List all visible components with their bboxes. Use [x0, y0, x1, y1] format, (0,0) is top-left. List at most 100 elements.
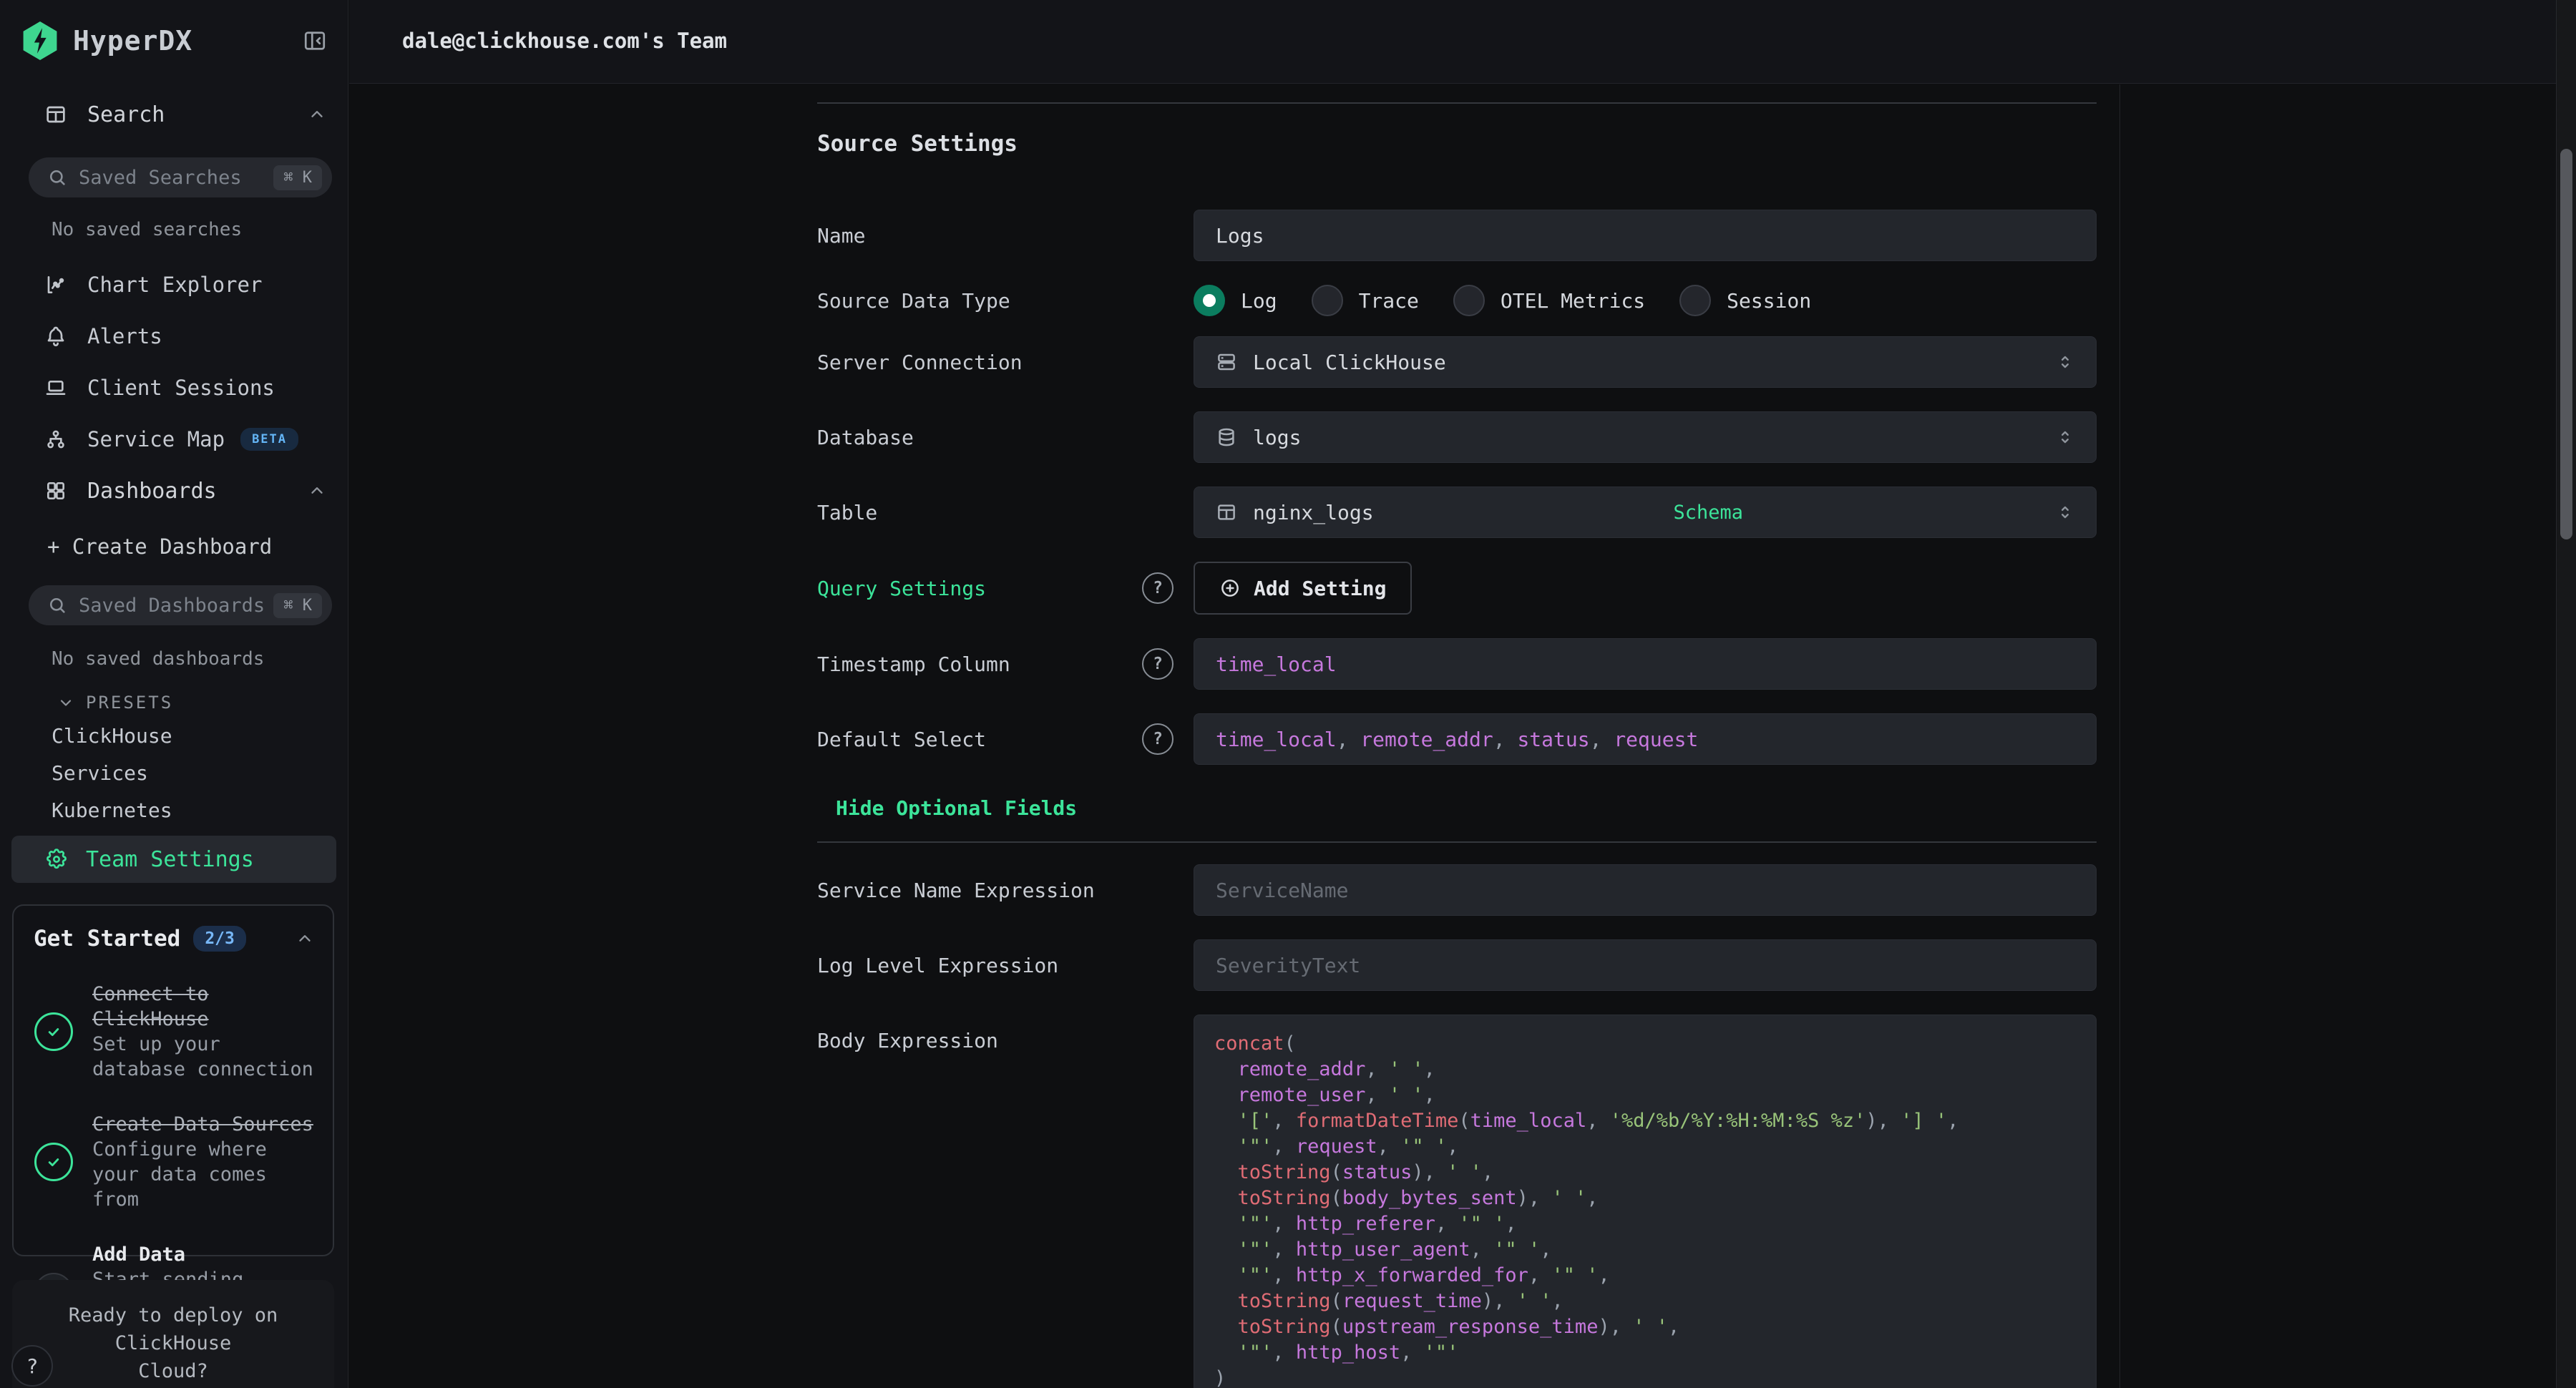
radio-trace-label[interactable]: Trace	[1359, 289, 1419, 313]
grid-icon	[44, 479, 67, 502]
help-icon[interactable]: ?	[1142, 648, 1174, 680]
no-saved-searches-note: No saved searches	[52, 219, 348, 240]
scrollbar-thumb[interactable]	[2560, 149, 2572, 539]
database-select[interactable]: logs	[1194, 411, 2097, 463]
sidebar-item-label: Service Map	[87, 427, 225, 451]
server-connection-select[interactable]: Local ClickHouse	[1194, 336, 2097, 388]
radio-log[interactable]	[1194, 285, 1225, 316]
sidebar-item-label: Client Sessions	[87, 376, 275, 400]
create-dashboard-button[interactable]: + Create Dashboard	[0, 521, 348, 572]
name-value: Logs	[1216, 224, 1264, 248]
service-name-label: Service Name Expression	[817, 874, 1194, 906]
radio-otel-metrics[interactable]	[1453, 285, 1485, 316]
sidebar-collapse-icon[interactable]	[302, 28, 328, 54]
beta-badge: BETA	[240, 428, 298, 451]
body-expression-row: Body Expression concat( remote_addr, ' '…	[817, 1015, 2097, 1388]
optional-fields-divider	[817, 841, 2097, 843]
step-desc: Set up your database connection	[92, 1032, 314, 1082]
help-icon[interactable]: ?	[1142, 723, 1174, 755]
radio-trace[interactable]	[1312, 285, 1343, 316]
chevron-up-icon[interactable]	[308, 105, 326, 124]
team-title: dale@clickhouse.com's Team	[349, 0, 2576, 53]
top-bar: dale@clickhouse.com's Team	[349, 0, 2576, 84]
preset-item-services[interactable]: Services	[0, 754, 348, 791]
default-select-input[interactable]: time_local, remote_addr, status, request	[1194, 713, 2097, 765]
cloud-promo-text-line1: Ready to deploy on ClickHouse	[12, 1301, 334, 1357]
service-name-placeholder: ServiceName	[1216, 879, 1348, 902]
brand-name: HyperDX	[73, 25, 192, 57]
sidebar-section-search[interactable]: Search	[0, 92, 348, 137]
log-level-row: Log Level Expression SeverityText	[817, 939, 2097, 991]
name-row: Name Logs	[817, 210, 2097, 261]
get-started-item-sources[interactable]: Create Data Sources Configure where your…	[34, 1112, 314, 1212]
hide-optional-fields-link[interactable]: Hide Optional Fields	[836, 796, 1077, 820]
timestamp-column-label: Timestamp Column ?	[817, 648, 1194, 680]
source-data-type-options: Log Trace OTEL Metrics Session	[1194, 285, 2097, 316]
query-settings-row: Query Settings ? Add Setting	[817, 562, 2097, 615]
service-name-input[interactable]: ServiceName	[1194, 864, 2097, 916]
add-setting-button[interactable]: Add Setting	[1194, 562, 1412, 615]
source-data-type-row: Source Data Type Log Trace OTEL Metrics …	[817, 285, 2097, 316]
database-row: Database logs	[817, 411, 2097, 463]
preset-item-clickhouse[interactable]: ClickHouse	[0, 717, 348, 754]
sidebar-item-label: Alerts	[87, 324, 162, 348]
chart-icon	[44, 273, 67, 296]
radio-log-label[interactable]: Log	[1241, 289, 1277, 313]
circle-plus-icon	[1219, 577, 1241, 599]
table-row: Table nginx_logs Schema	[817, 487, 2097, 538]
timestamp-column-input[interactable]: time_local	[1194, 638, 2097, 690]
chevron-up-icon[interactable]	[296, 929, 314, 948]
table-select[interactable]: nginx_logs Schema	[1194, 487, 2097, 538]
main-area: Source Settings Name Logs Source Data Ty…	[349, 84, 2576, 1388]
presets-toggle[interactable]: PRESETS	[57, 688, 348, 717]
timestamp-column-value: time_local	[1216, 653, 1337, 676]
radio-otel-metrics-label[interactable]: OTEL Metrics	[1501, 289, 1645, 313]
select-chevrons-icon	[2056, 503, 2074, 522]
default-select-row: Default Select ? time_local, remote_addr…	[817, 713, 2097, 765]
table-label: Table	[817, 497, 1194, 528]
sidebar-item-alerts[interactable]: Alerts	[0, 311, 348, 362]
select-chevrons-icon	[2056, 428, 2074, 446]
step-title: Create Data Sources	[92, 1112, 314, 1137]
sidebar-item-service-map[interactable]: Service Map BETA	[0, 414, 348, 465]
no-saved-dashboards-note: No saved dashboards	[52, 648, 348, 670]
timestamp-column-label-text: Timestamp Column	[817, 653, 1010, 676]
get-started-item-connect[interactable]: Connect to ClickHouse Set up your databa…	[34, 982, 314, 1082]
help-button[interactable]: ?	[11, 1345, 53, 1387]
sidebar-item-team-settings[interactable]: Team Settings	[11, 836, 336, 883]
sidebar-item-chart-explorer[interactable]: Chart Explorer	[0, 259, 348, 311]
chevron-down-icon	[57, 694, 74, 711]
get-started-card: Get Started 2/3 Connect to ClickHouse Se…	[12, 904, 334, 1256]
log-level-placeholder: SeverityText	[1216, 954, 1360, 977]
preset-item-kubernetes[interactable]: Kubernetes	[0, 791, 348, 829]
laptop-icon	[44, 376, 67, 399]
body-expression-label: Body Expression	[817, 1015, 1194, 1052]
body-expression-editor[interactable]: concat( remote_addr, ' ', remote_user, '…	[1194, 1015, 2097, 1388]
hyperdx-logo-icon	[21, 21, 59, 61]
bell-icon	[44, 325, 67, 348]
service-name-row: Service Name Expression ServiceName	[817, 864, 2097, 916]
vertical-scrollbar[interactable]	[2556, 0, 2576, 1388]
server-icon	[1216, 351, 1237, 373]
source-settings-form: Source Settings Name Logs Source Data Ty…	[817, 84, 2097, 1388]
saved-dashboards-input[interactable]: Saved Dashboards ⌘ K	[29, 585, 332, 625]
progress-badge: 2/3	[193, 926, 246, 952]
name-input[interactable]: Logs	[1194, 210, 2097, 261]
sidebar-section-dashboards[interactable]: Dashboards	[0, 465, 348, 517]
saved-searches-input[interactable]: Saved Searches ⌘ K	[29, 157, 332, 197]
sidebar-item-label: Chart Explorer	[87, 273, 262, 297]
log-level-input[interactable]: SeverityText	[1194, 939, 2097, 991]
table-icon	[1216, 502, 1237, 523]
sidebar-item-client-sessions[interactable]: Client Sessions	[0, 362, 348, 414]
get-started-header[interactable]: Get Started 2/3	[34, 926, 314, 952]
hierarchy-icon	[44, 428, 67, 451]
sidebar-nav: Chart Explorer Alerts Client Sessions	[0, 259, 348, 572]
radio-session[interactable]	[1679, 285, 1711, 316]
chevron-up-icon[interactable]	[308, 482, 326, 500]
radio-session-label[interactable]: Session	[1727, 289, 1811, 313]
help-icon[interactable]: ?	[1142, 572, 1174, 604]
page-title: Source Settings	[817, 131, 2097, 157]
schema-link[interactable]: Schema	[1674, 502, 1744, 524]
shortcut-badge: ⌘ K	[273, 593, 322, 618]
add-setting-label: Add Setting	[1254, 577, 1386, 600]
